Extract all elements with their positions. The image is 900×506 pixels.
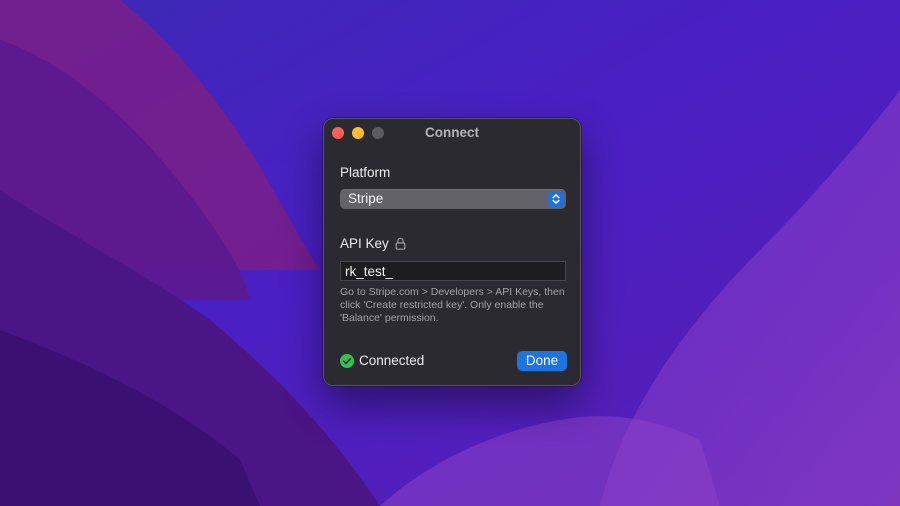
api-key-help-text: Go to Stripe.com > Developers > API Keys… <box>340 286 565 324</box>
checkmark-circle-icon <box>340 353 354 368</box>
title-bar[interactable]: Connect <box>324 119 580 147</box>
platform-select[interactable]: Stripe <box>340 189 566 209</box>
lock-icon <box>395 237 406 250</box>
platform-label: Platform <box>340 165 391 180</box>
chevron-up-down-icon[interactable] <box>548 191 564 207</box>
api-key-input[interactable] <box>340 261 566 281</box>
connect-dialog: Connect Platform Stripe API Key Go to St… <box>323 118 581 386</box>
status-text: Connected <box>359 353 425 368</box>
window-title: Connect <box>425 125 479 140</box>
api-key-label-row: API Key <box>340 236 406 251</box>
api-key-label: API Key <box>340 236 389 251</box>
platform-select-value: Stripe <box>348 191 384 206</box>
done-button[interactable]: Done <box>517 351 567 371</box>
connection-status: Connected <box>340 353 424 368</box>
